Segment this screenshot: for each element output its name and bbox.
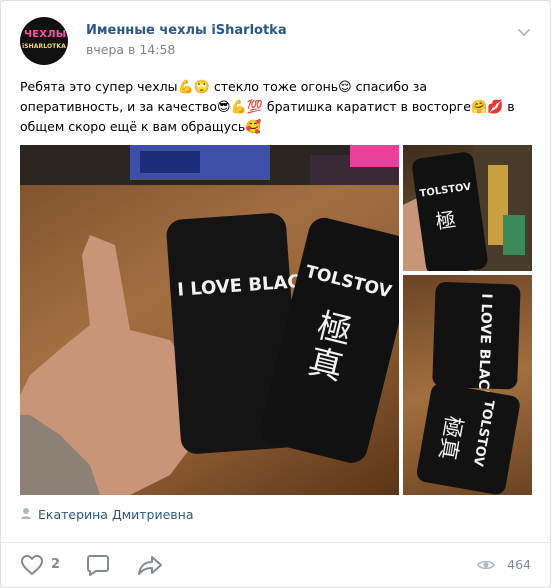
user-icon [21,508,31,519]
post-author-link[interactable]: Именные чехлы iSharlotka [86,23,287,38]
photo-main[interactable]: I LOVE BLACK TOLSTOV 極 真 [20,145,399,495]
emoji: 💪🙄 [177,80,210,95]
post-text-part: Ребята это супер чехлы [20,79,178,94]
post-text-part: стекло тоже огонь [209,79,339,94]
chevron-down-icon[interactable] [517,27,531,37]
comment-icon [87,555,109,576]
emoji: 🤗💋 [470,100,504,115]
photo-bottom-right[interactable]: I LOVE BLACK TOLSTOV 極真 [403,275,532,495]
post-text-part: братишка каратист в восторге [262,99,471,114]
emoji: 🥰 [245,120,262,135]
post-header: ЧЕХЛЫ iSHARLOTKA Именные чехлы iSharlotk… [20,17,531,65]
share-button[interactable] [137,553,163,577]
photo-grid: I LOVE BLACK TOLSTOV 極 真 TOLSTOV 極 I LOV… [20,145,532,495]
post-signer[interactable]: Екатерина Дмитриевна [20,507,194,523]
like-count: 2 [51,557,61,572]
heart-icon [21,555,43,575]
views-count: 464 [507,557,531,572]
avatar[interactable]: ЧЕХЛЫ iSHARLOTKA [20,17,68,65]
signer-name: Екатерина Дмитриевна [38,507,194,522]
like-button[interactable]: 2 [20,553,64,577]
svg-text:極: 極 [434,207,457,234]
share-icon [138,556,162,575]
wall-post: ЧЕХЛЫ iSHARLOTKA Именные чехлы iSharlotk… [0,0,551,588]
photo-top-right[interactable]: TOLSTOV 極 [403,145,532,271]
emoji: 😌 [338,80,352,95]
avatar-text-top: ЧЕХЛЫ [24,29,67,40]
emoji: 😎💪💯 [217,100,263,115]
comment-button[interactable] [86,553,110,577]
post-date-link[interactable]: вчера в 14:58 [86,42,175,57]
post-actions: 2 464 [1,542,550,587]
avatar-text-bottom: iSHARLOTKA [22,43,66,50]
post-text: Ребята это супер чехлы💪🙄 стекло тоже ого… [20,77,532,137]
eye-icon [477,560,495,570]
